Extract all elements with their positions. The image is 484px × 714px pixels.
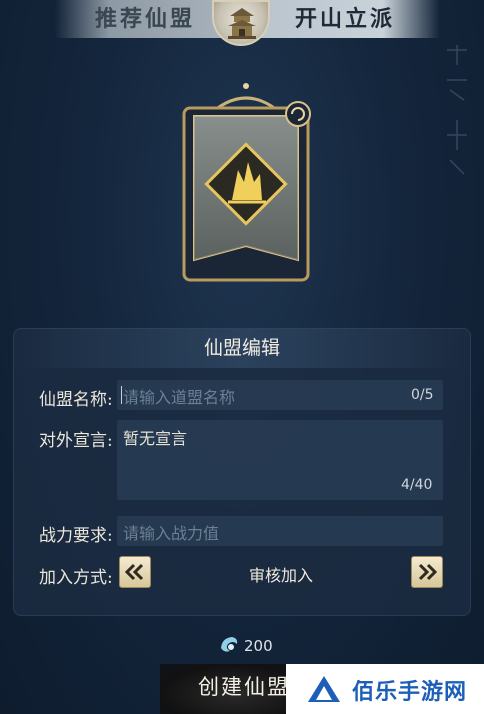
- declaration-char-counter: 4/40: [401, 477, 433, 493]
- join-method-prev-button[interactable]: [119, 556, 151, 588]
- power-placeholder: 请输入战力值: [123, 524, 220, 543]
- double-chevron-left-icon: [124, 563, 144, 581]
- join-method-value: 审核加入: [249, 566, 314, 585]
- declaration-textarea[interactable]: 暂无宣言 4/40: [117, 420, 443, 500]
- alliance-name-input[interactable]: 请输入道盟名称 0/5: [117, 380, 443, 410]
- site-watermark: 佰乐手游网: [286, 664, 484, 714]
- power-requirement-input[interactable]: 请输入战力值: [117, 516, 443, 546]
- name-char-counter: 0/5: [411, 387, 434, 403]
- top-tabs: 推荐仙盟 开山立派: [0, 0, 484, 46]
- spirit-stone-icon: [221, 637, 238, 652]
- alliance-edit-panel: 仙盟编辑 仙盟名称: 请输入道盟名称 0/5 对外宣言: 暂无宣言 4/40 战…: [13, 328, 471, 616]
- join-method-label: 加入方式:: [39, 568, 113, 588]
- pagoda-emblem-icon: [212, 0, 270, 46]
- declaration-label: 对外宣言:: [39, 431, 113, 451]
- double-chevron-right-icon: [418, 563, 438, 581]
- alliance-banner-emblem: [182, 83, 311, 282]
- join-method-next-button[interactable]: [411, 556, 443, 588]
- name-placeholder: 请输入道盟名称: [123, 388, 236, 407]
- watermark-text: 佰乐手游网: [352, 680, 468, 705]
- panel-title: 仙盟编辑: [13, 328, 471, 368]
- power-label: 战力要求:: [39, 526, 113, 546]
- triangle-logo-icon: [308, 676, 340, 702]
- cost-amount: 200: [244, 637, 273, 655]
- tab-found-sect[interactable]: 开山立派: [250, 0, 440, 38]
- name-label: 仙盟名称:: [39, 390, 113, 410]
- decorative-script-icon: [447, 45, 467, 175]
- declaration-text: 暂无宣言: [123, 429, 188, 448]
- tab-recommended-alliance[interactable]: 推荐仙盟: [55, 0, 235, 38]
- text-caret: [121, 386, 122, 404]
